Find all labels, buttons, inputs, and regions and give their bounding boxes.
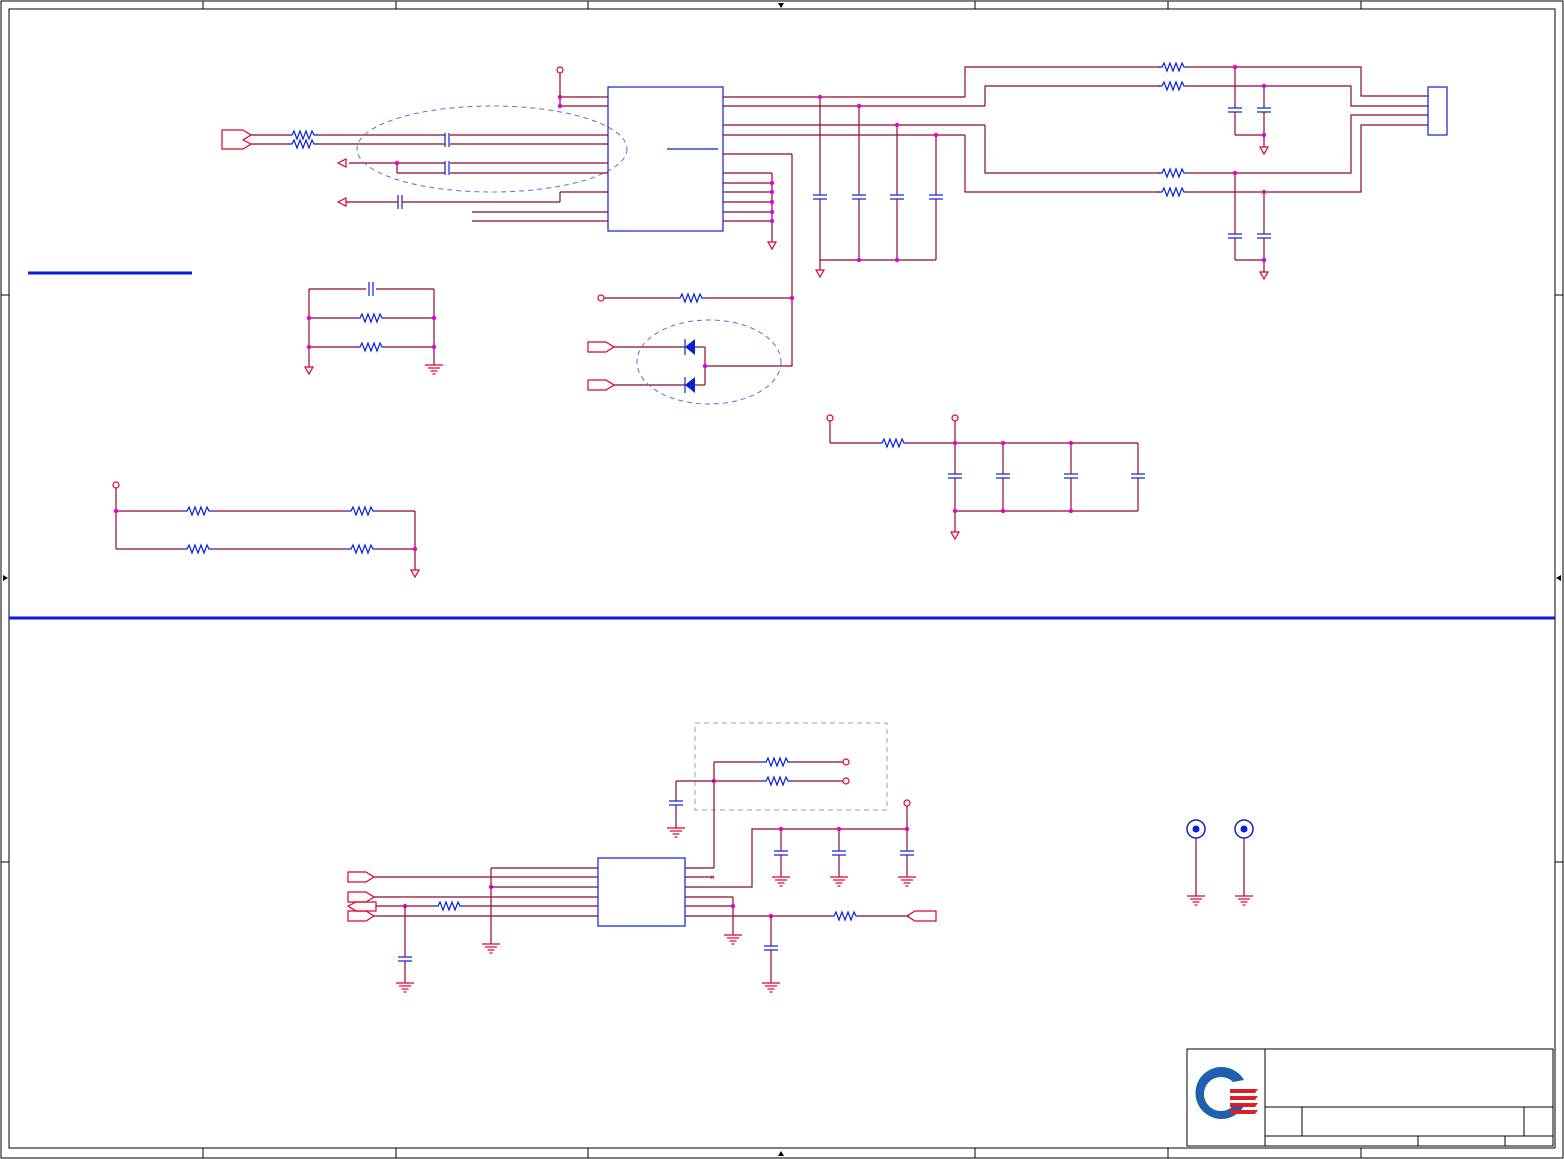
zone-ticks bbox=[1, 1, 1563, 1158]
main-ic-block bbox=[472, 86, 985, 250]
secondary-ic-block: × bbox=[346, 722, 937, 993]
ic-power-rail bbox=[556, 66, 580, 109]
input-port-pair bbox=[221, 129, 253, 150]
decoupling-bank bbox=[826, 414, 1146, 540]
schematic-sheet: × bbox=[0, 0, 1564, 1159]
resistor-ladder bbox=[112, 481, 420, 578]
secondary-ic-body bbox=[597, 857, 686, 927]
output-routing bbox=[964, 62, 1448, 280]
output-decoupling bbox=[812, 94, 944, 278]
svg-text:×: × bbox=[710, 873, 715, 882]
title-block bbox=[1186, 1048, 1554, 1147]
main-ic-body bbox=[607, 86, 724, 232]
mounting-hole-icon bbox=[1186, 819, 1206, 906]
mounting-holes bbox=[1186, 819, 1254, 906]
mounting-hole-icon bbox=[1234, 819, 1254, 906]
company-logo-icon bbox=[1195, 1067, 1258, 1119]
rc-network bbox=[304, 281, 444, 375]
output-connector bbox=[1427, 86, 1448, 136]
input-pair bbox=[221, 105, 628, 210]
drawing-frame bbox=[0, 0, 1564, 1159]
